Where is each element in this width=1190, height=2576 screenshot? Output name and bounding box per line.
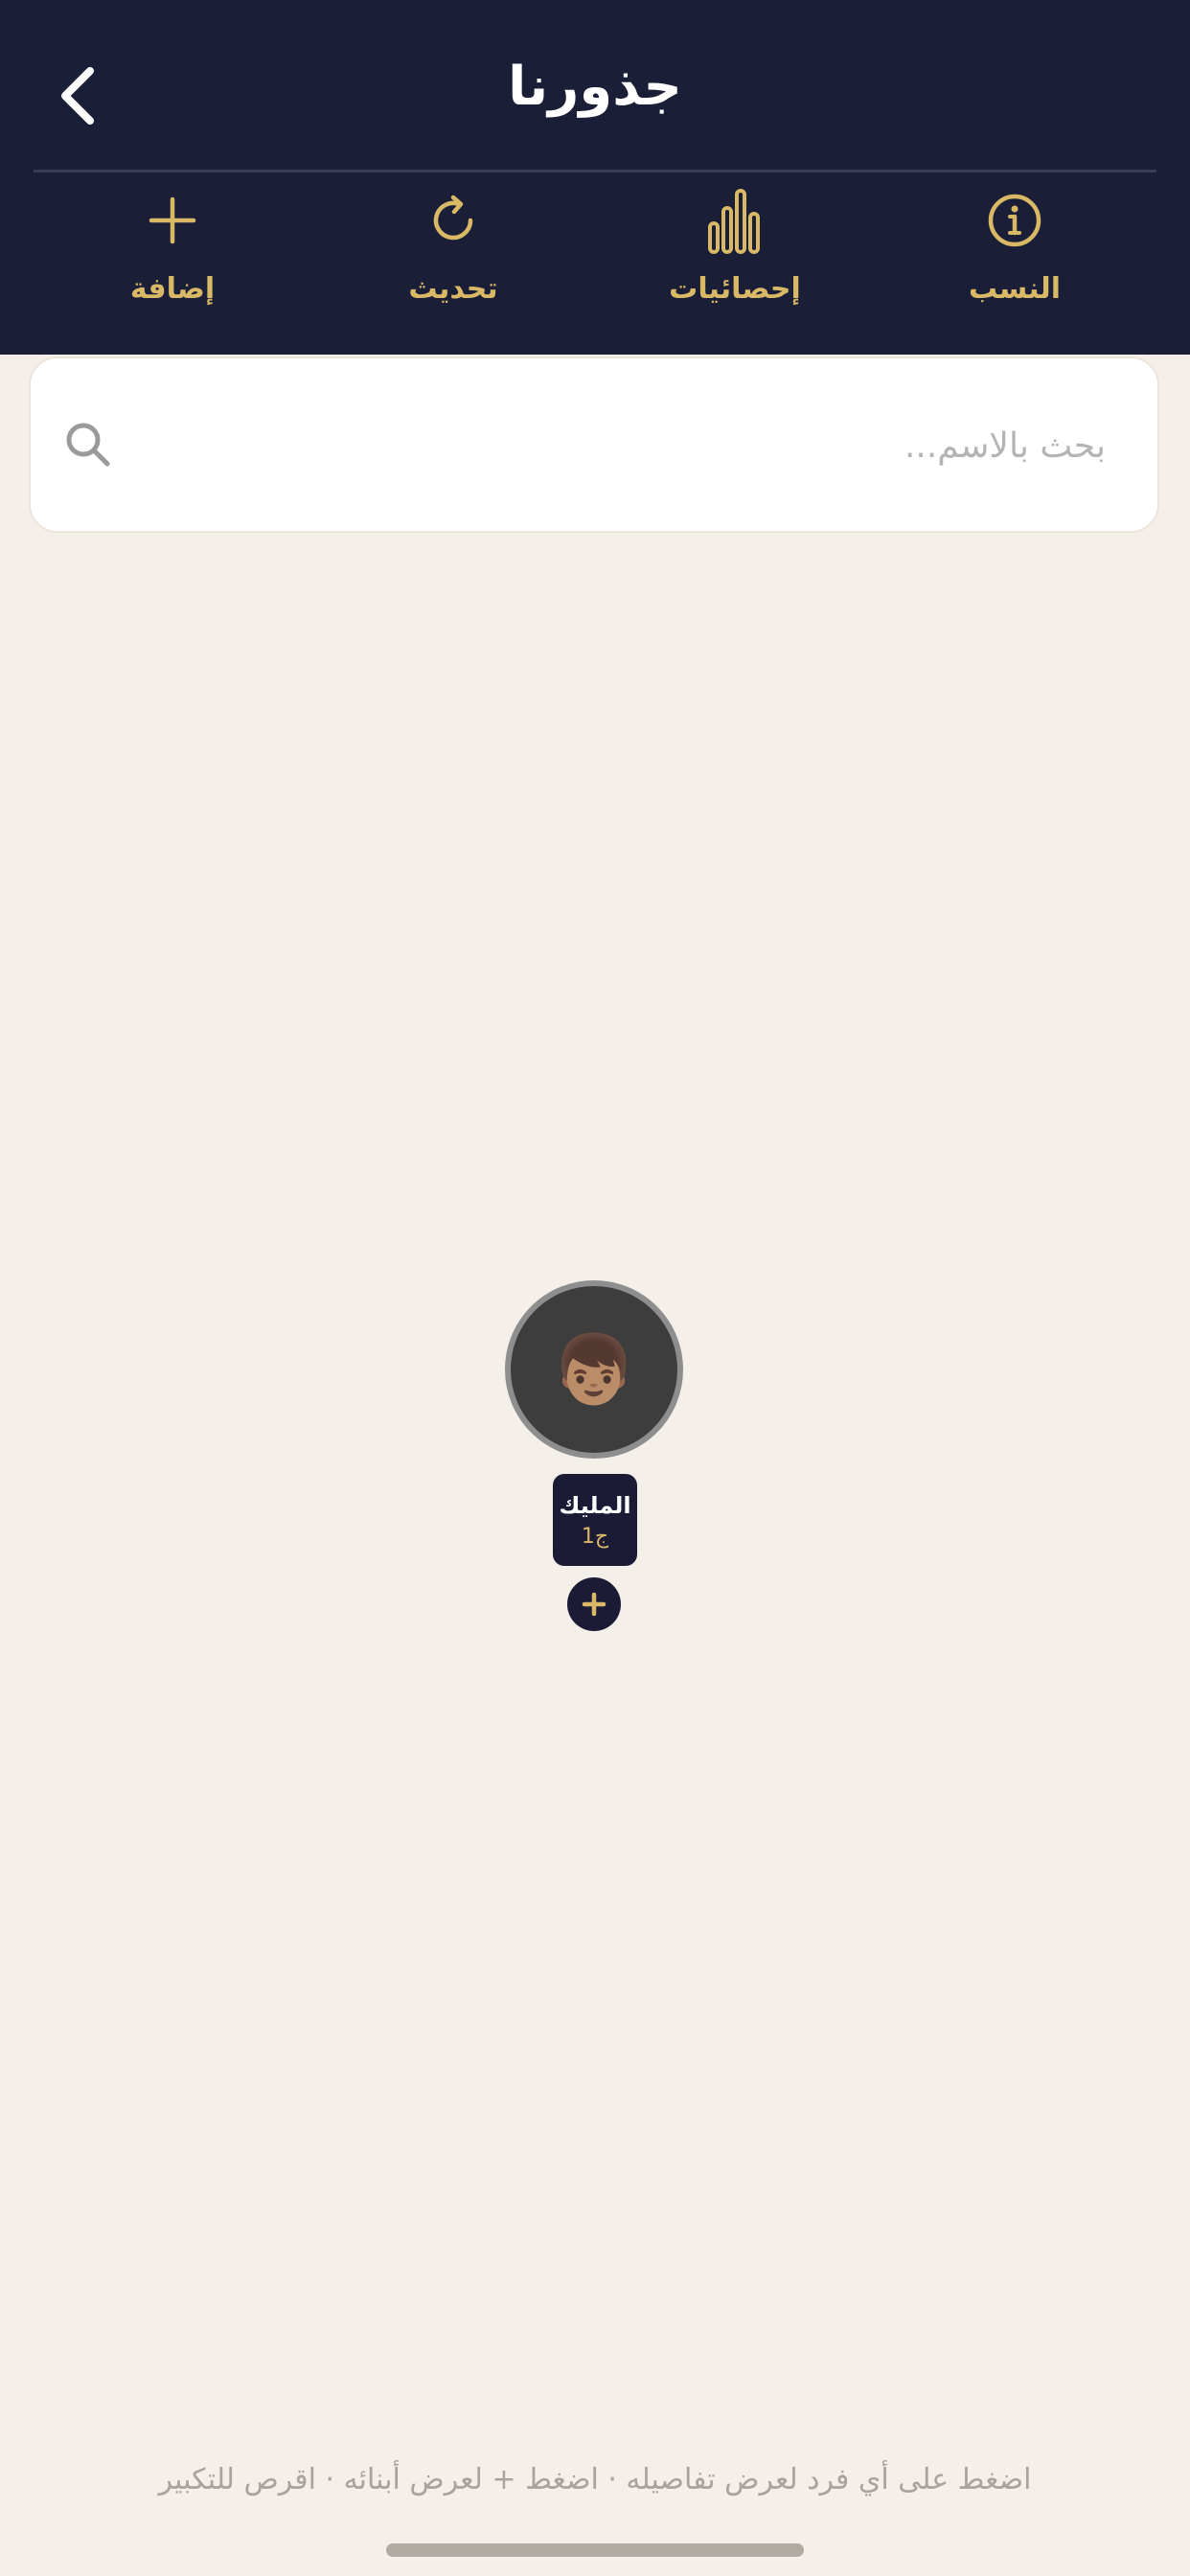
person-avatar-icon: 👦🏽	[552, 1330, 636, 1409]
tree-node-avatar[interactable]: 👦🏽	[505, 1280, 683, 1459]
plus-icon	[582, 1592, 606, 1617]
home-indicator[interactable]	[386, 2543, 804, 2557]
tree-node-name: المليك	[559, 1491, 631, 1519]
toolbar: النسب إحصائيات تحديث إضافة	[0, 182, 1190, 326]
refresh-label: تحديث	[408, 272, 498, 306]
search-input[interactable]	[146, 406, 1108, 485]
header-divider	[34, 170, 1156, 172]
page-title: جذورنا	[508, 56, 682, 118]
lineage-label: النسب	[968, 272, 1062, 306]
refresh-button[interactable]: تحديث	[357, 182, 549, 326]
tree-node-card[interactable]: المليك ج1	[553, 1474, 637, 1566]
top-bar: جذورنا	[0, 0, 1190, 171]
plus-icon	[149, 196, 196, 244]
refresh-icon	[433, 195, 473, 241]
tree-node-generation: ج1	[581, 1524, 609, 1549]
info-circle-icon	[988, 194, 1041, 247]
expand-children-button[interactable]	[567, 1577, 621, 1631]
app-screen: جذورنا النسب إحصائيات تحديث إضافة بحث با…	[0, 0, 1190, 2576]
add-label: إضافة	[129, 272, 216, 306]
header: جذورنا النسب إحصائيات تحديث إضافة	[0, 0, 1190, 355]
bar-chart-icon	[708, 189, 760, 254]
search-bar	[29, 356, 1159, 533]
lineage-button[interactable]: النسب	[919, 182, 1110, 326]
statistics-button[interactable]: إحصائيات	[639, 182, 831, 326]
statistics-label: إحصائيات	[669, 272, 801, 306]
usage-hint: اضغط على أي فرد لعرض تفاصيله · اضغط + لع…	[158, 2463, 1032, 2496]
add-button[interactable]: إضافة	[77, 182, 268, 326]
search-icon	[66, 423, 110, 467]
